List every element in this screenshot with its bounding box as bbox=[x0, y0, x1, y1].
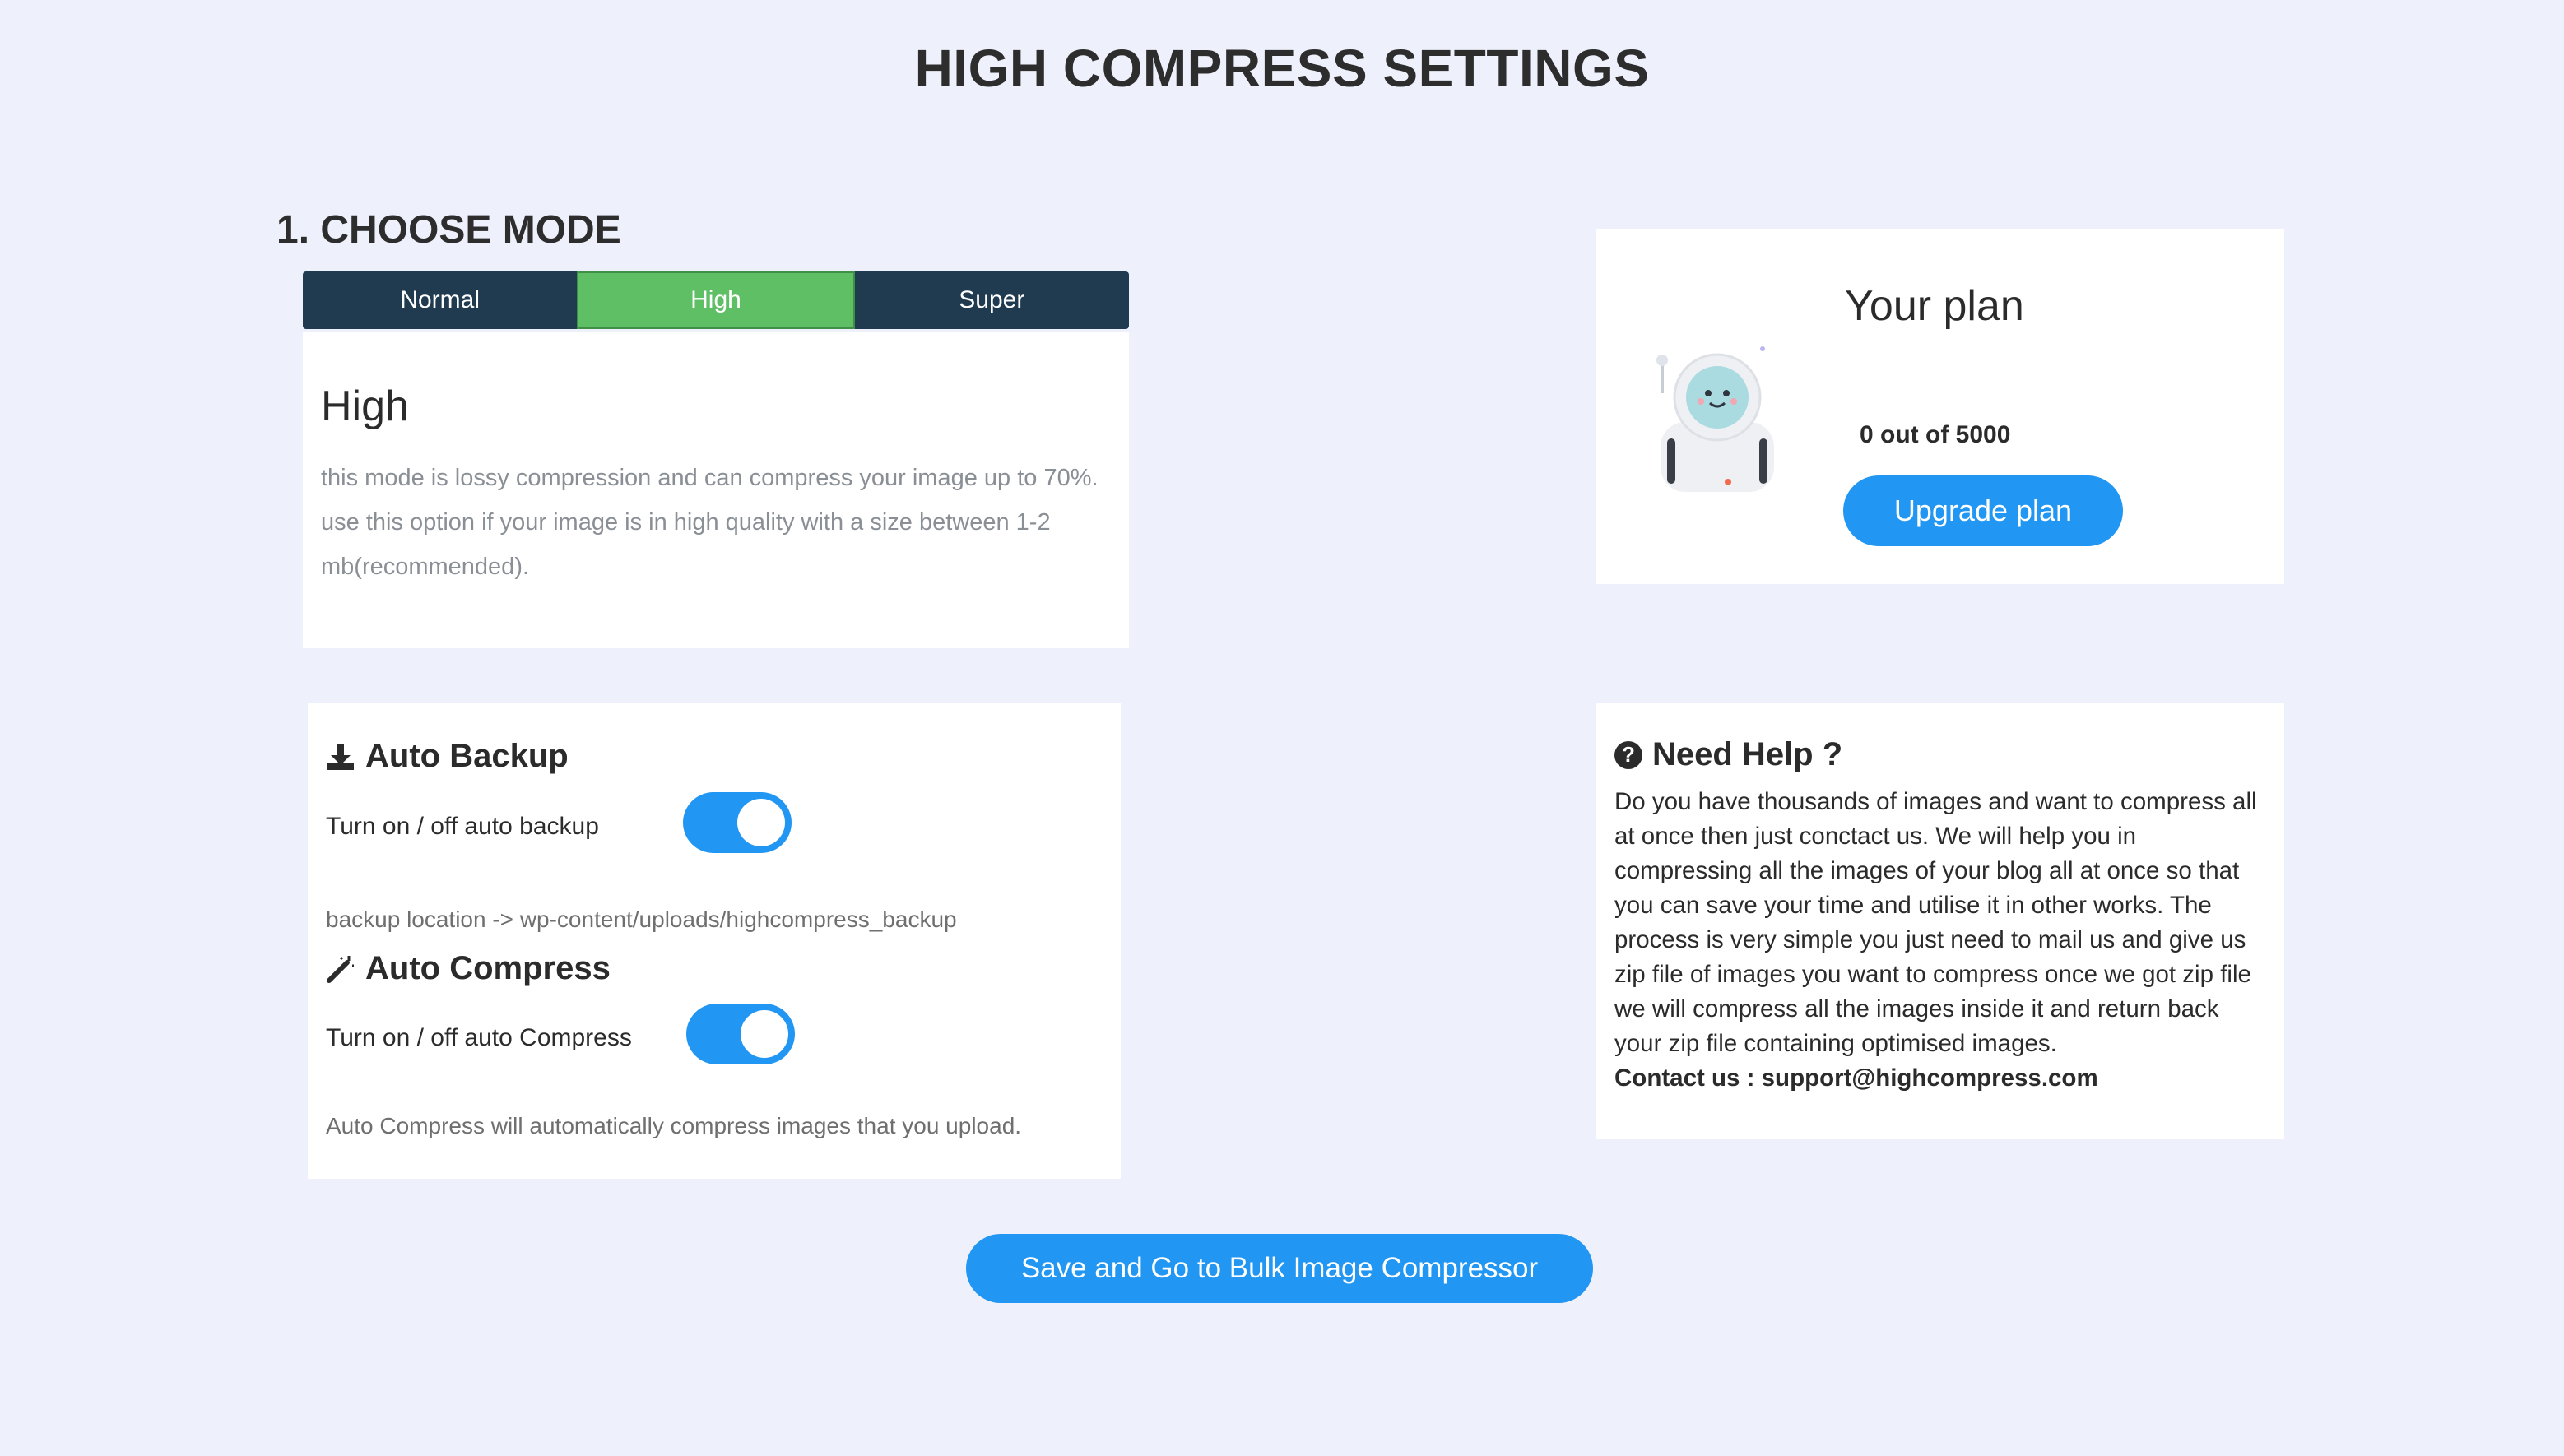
mode-description-card: High this mode is lossy compression and … bbox=[303, 332, 1129, 648]
mode-description: this mode is lossy compression and can c… bbox=[321, 465, 1099, 580]
plan-title: Your plan bbox=[1845, 282, 2024, 330]
auto-backup-label: Turn on / off auto backup bbox=[326, 813, 599, 840]
question-icon: ? bbox=[1614, 740, 1642, 769]
save-button[interactable]: Save and Go to Bulk Image Compressor bbox=[966, 1234, 1593, 1303]
mode-tabs: Normal High Super bbox=[303, 271, 1129, 329]
auto-compress-heading: Auto Compress bbox=[326, 950, 611, 987]
tab-high[interactable]: High bbox=[577, 271, 855, 329]
tab-super[interactable]: Super bbox=[855, 271, 1129, 329]
plan-usage: 0 out of 5000 bbox=[1860, 421, 2011, 448]
auto-compress-label: Turn on / off auto Compress bbox=[326, 1024, 632, 1051]
auto-backup-heading: Auto Backup bbox=[326, 738, 569, 775]
auto-compress-note: Auto Compress will automatically compres… bbox=[326, 1113, 1022, 1138]
backup-location-note: backup location -> wp-content/uploads/hi… bbox=[326, 907, 957, 932]
help-body: Do you have thousands of images and want… bbox=[1614, 788, 2257, 1057]
help-contact[interactable]: Contact us : support@highcompress.com bbox=[1614, 1064, 2098, 1092]
magic-wand-icon bbox=[327, 955, 354, 983]
page-title: HIGH COMPRESS SETTINGS bbox=[914, 39, 1650, 98]
auto-compress-title: Auto Compress bbox=[365, 950, 611, 986]
tab-normal[interactable]: Normal bbox=[303, 271, 577, 329]
astronaut-icon bbox=[1656, 346, 1774, 492]
auto-backup-title: Auto Backup bbox=[365, 738, 569, 774]
toggle-knob bbox=[737, 799, 785, 846]
plan-card: Your plan 0 out of 5000 Upgrade plan bbox=[1596, 229, 2284, 584]
choose-mode-title: 1. CHOOSE MODE bbox=[276, 208, 621, 252]
upgrade-plan-button[interactable]: Upgrade plan bbox=[1843, 475, 2123, 546]
settings-card: Auto Backup Turn on / off auto backup ba… bbox=[308, 703, 1121, 1179]
download-icon bbox=[327, 743, 354, 770]
help-title: Need Help ? bbox=[1652, 736, 1843, 772]
help-text: Do you have thousands of images and want… bbox=[1614, 785, 2266, 1096]
help-heading: ? Need Help ? bbox=[1614, 736, 2266, 773]
auto-backup-toggle[interactable] bbox=[683, 792, 792, 853]
help-card: ? Need Help ? Do you have thousands of i… bbox=[1596, 703, 2284, 1139]
auto-compress-toggle[interactable] bbox=[686, 1004, 795, 1064]
toggle-knob bbox=[741, 1010, 788, 1058]
mode-title: High bbox=[321, 383, 409, 430]
